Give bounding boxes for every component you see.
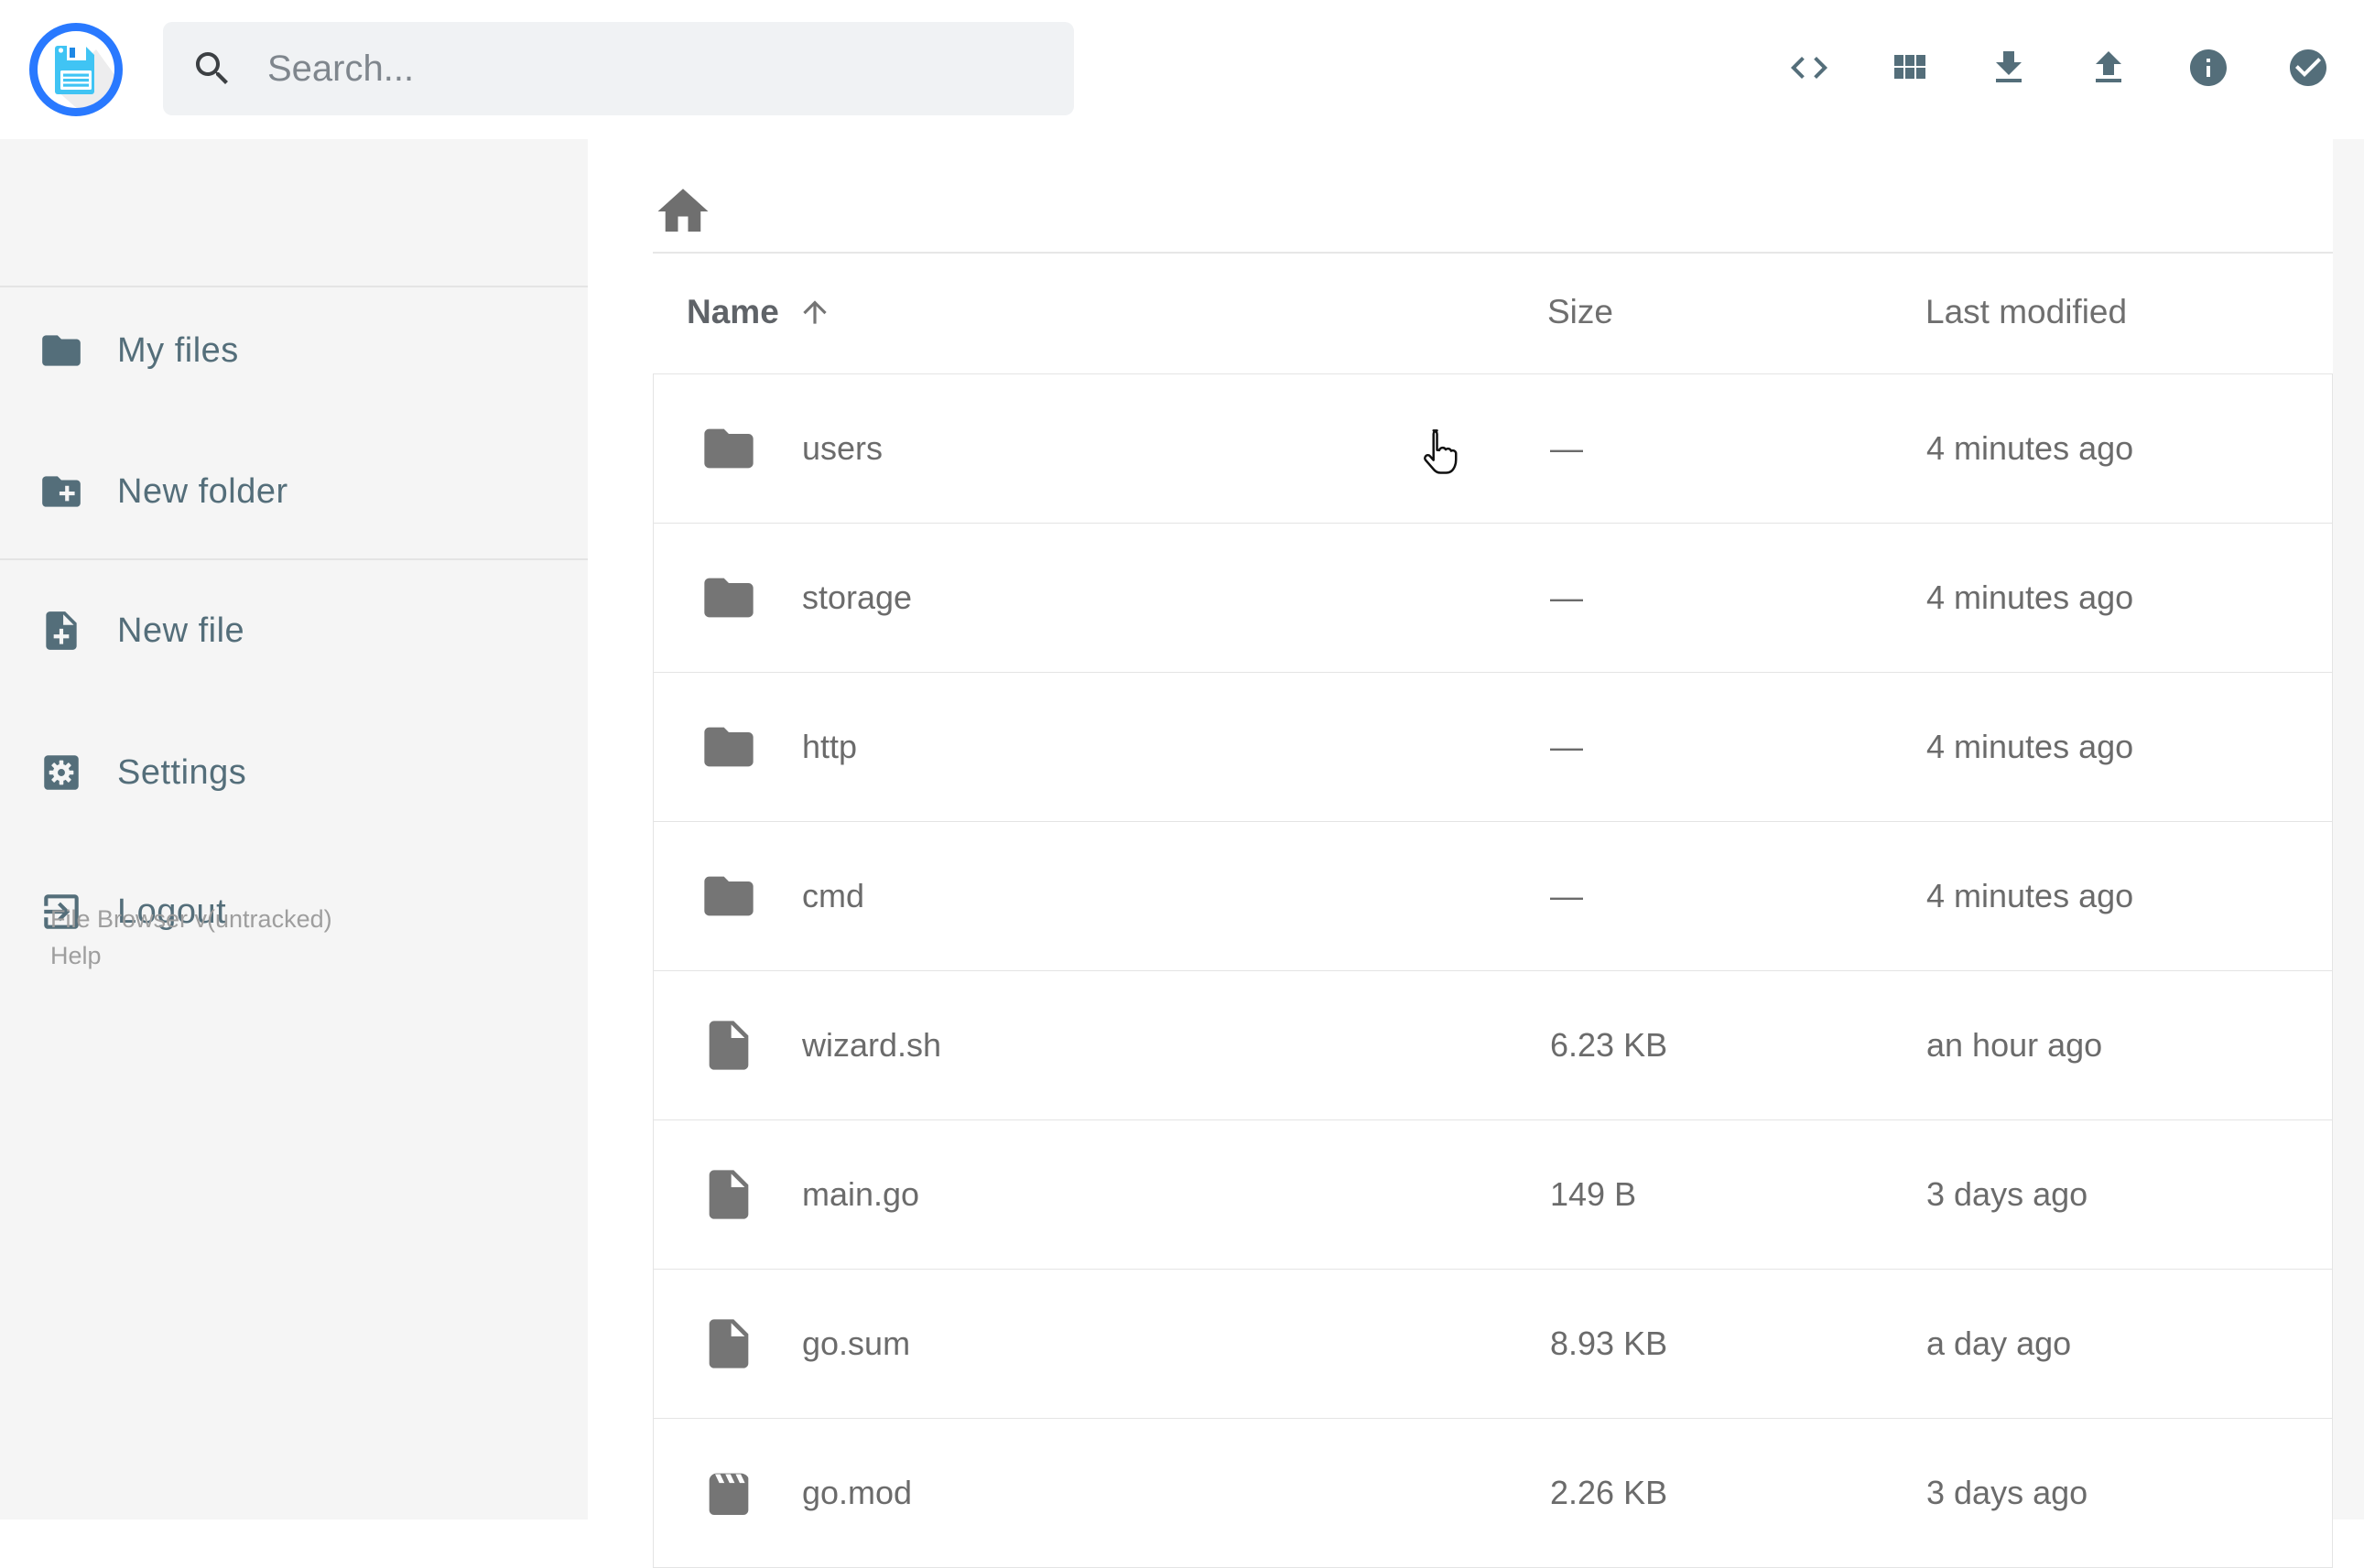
file-modified: a day ago — [1926, 1325, 2072, 1362]
file-modified: an hour ago — [1926, 1026, 2103, 1064]
search-input[interactable] — [266, 47, 1020, 91]
folder-icon — [699, 419, 758, 478]
settings-icon — [38, 750, 84, 795]
table-row-go-mod[interactable]: go.mod 2.26 KB 3 days ago — [654, 1419, 2332, 1567]
sidebar-item-label: New folder — [117, 471, 288, 511]
file-size: — — [1550, 877, 1583, 914]
table-row-wizard-sh[interactable]: wizard.sh 6.23 KB an hour ago — [654, 971, 2332, 1120]
file-name: users — [802, 429, 884, 467]
sidebar-item-my-files[interactable]: My files — [38, 328, 239, 373]
file-icon — [699, 1165, 758, 1224]
sidebar-item-label: Settings — [117, 752, 247, 792]
file-size: 149 B — [1550, 1175, 1637, 1213]
app-version: File Browser v(untracked) — [50, 905, 332, 933]
file-modified: 4 minutes ago — [1926, 579, 2134, 616]
file-modified: 3 days ago — [1926, 1175, 2088, 1213]
file-name: cmd — [802, 877, 865, 914]
column-header-name[interactable]: Name — [687, 293, 832, 331]
search-bar[interactable] — [163, 22, 1074, 115]
top-bar — [0, 0, 2364, 139]
sidebar-item-label: New file — [117, 611, 245, 650]
file-size: — — [1550, 579, 1583, 616]
switch-view-button[interactable] — [1887, 46, 1931, 90]
help-link[interactable]: Help — [50, 937, 102, 974]
file-size: — — [1550, 429, 1583, 467]
sidebar-divider — [0, 558, 588, 560]
info-button[interactable] — [2186, 46, 2230, 90]
code-icon — [1787, 46, 1831, 90]
upload-button[interactable] — [2087, 46, 2131, 90]
column-header-size[interactable]: Size — [1547, 293, 1613, 331]
file-name: wizard.sh — [802, 1026, 942, 1064]
column-header-modified[interactable]: Last modified — [1925, 293, 2127, 331]
upload-icon — [2087, 46, 2131, 90]
table-row-main-go[interactable]: main.go 149 B 3 days ago — [654, 1120, 2332, 1270]
table-row-go-sum[interactable]: go.sum 8.93 KB a day ago — [654, 1270, 2332, 1419]
movie-icon — [699, 1464, 758, 1522]
file-name: main.go — [802, 1175, 920, 1213]
home-icon — [653, 181, 713, 242]
sidebar-item-label: My files — [117, 330, 239, 370]
sidebar-item-new-file[interactable]: New file — [38, 608, 244, 654]
download-icon — [1987, 46, 2031, 90]
header-actions — [1787, 46, 2330, 90]
search-icon — [190, 47, 234, 91]
breadcrumb-home-button[interactable] — [653, 181, 713, 242]
table-row-cmd[interactable]: cmd — 4 minutes ago — [654, 822, 2332, 971]
grid-view-icon — [1887, 46, 1931, 90]
sidebar-divider — [0, 286, 588, 287]
folder-icon — [699, 568, 758, 627]
file-rows: users — 4 minutes ago storage — 4 minute… — [653, 373, 2333, 1568]
scrollbar-gutter[interactable] — [2333, 139, 2364, 1519]
new-folder-icon — [38, 469, 84, 514]
check-circle-icon — [2286, 46, 2330, 90]
file-size: — — [1550, 728, 1583, 765]
table-row-users[interactable]: users — 4 minutes ago — [654, 374, 2332, 524]
sidebar-item-new-folder[interactable]: New folder — [38, 469, 288, 514]
folder-icon — [699, 718, 758, 776]
file-modified: 3 days ago — [1926, 1474, 2088, 1511]
new-file-icon — [38, 608, 84, 654]
file-name: go.mod — [802, 1474, 913, 1511]
file-icon — [699, 1016, 758, 1075]
column-header-name-label: Name — [687, 293, 779, 330]
shell-button[interactable] — [1787, 46, 1831, 90]
breadcrumb-divider — [653, 252, 2333, 254]
file-size: 2.26 KB — [1550, 1474, 1668, 1511]
table-row-storage[interactable]: storage — 4 minutes ago — [654, 524, 2332, 673]
file-name: go.sum — [802, 1325, 911, 1362]
sidebar-footer: File Browser v(untracked) Help — [50, 901, 332, 974]
download-button[interactable] — [1987, 46, 2031, 90]
select-multiple-button[interactable] — [2286, 46, 2330, 90]
file-modified: 4 minutes ago — [1926, 429, 2134, 467]
file-size: 8.93 KB — [1550, 1325, 1668, 1362]
folder-icon — [38, 328, 84, 373]
file-listing: Name Size Last modified users — 4 minute… — [588, 139, 2333, 1568]
app-logo-icon[interactable] — [29, 23, 123, 116]
table-row-http[interactable]: http — 4 minutes ago — [654, 673, 2332, 822]
file-modified: 4 minutes ago — [1926, 728, 2134, 765]
file-icon — [699, 1314, 758, 1373]
sidebar: My files New folder New file Settings Lo… — [0, 139, 588, 1519]
file-modified: 4 minutes ago — [1926, 877, 2134, 914]
file-name: storage — [802, 579, 913, 616]
arrow-up-icon — [797, 295, 832, 330]
folder-icon — [699, 867, 758, 925]
file-size: 6.23 KB — [1550, 1026, 1668, 1064]
info-icon — [2186, 46, 2230, 90]
sidebar-item-settings[interactable]: Settings — [38, 750, 246, 795]
file-name: http — [802, 728, 858, 765]
